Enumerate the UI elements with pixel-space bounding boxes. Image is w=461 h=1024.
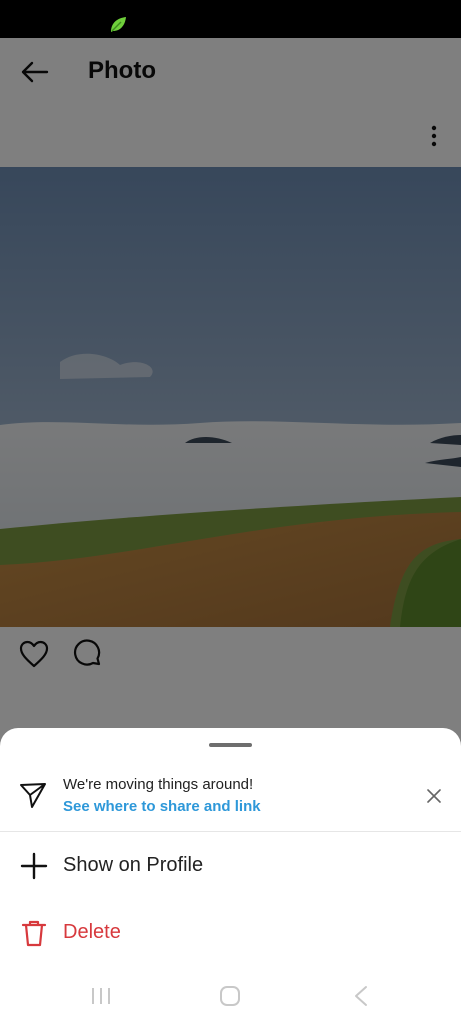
sheet-handle[interactable] — [209, 743, 252, 747]
option-label: Show on Profile — [63, 854, 204, 876]
leaf-icon — [111, 17, 126, 32]
delete-option[interactable]: Delete — [0, 903, 461, 963]
notice-link[interactable]: See where to share and link — [63, 798, 261, 815]
system-back-button[interactable] — [346, 982, 376, 1010]
notice-banner: We're moving things around! See where to… — [0, 770, 461, 830]
divider — [0, 831, 461, 832]
system-nav-bar — [0, 968, 461, 1024]
notice-close-button[interactable] — [420, 782, 448, 810]
plus-icon — [20, 852, 48, 880]
home-button[interactable] — [215, 982, 245, 1010]
trash-icon — [21, 920, 47, 947]
back-icon — [355, 986, 367, 1006]
home-icon — [220, 986, 240, 1006]
show-on-profile-option[interactable]: Show on Profile — [0, 836, 461, 896]
send-icon — [20, 783, 46, 808]
status-bar — [0, 0, 461, 38]
notice-title: We're moving things around! — [63, 776, 254, 793]
recents-icon — [92, 988, 110, 1004]
option-label: Delete — [63, 921, 121, 943]
recents-button[interactable] — [86, 982, 116, 1010]
close-icon — [427, 789, 441, 803]
